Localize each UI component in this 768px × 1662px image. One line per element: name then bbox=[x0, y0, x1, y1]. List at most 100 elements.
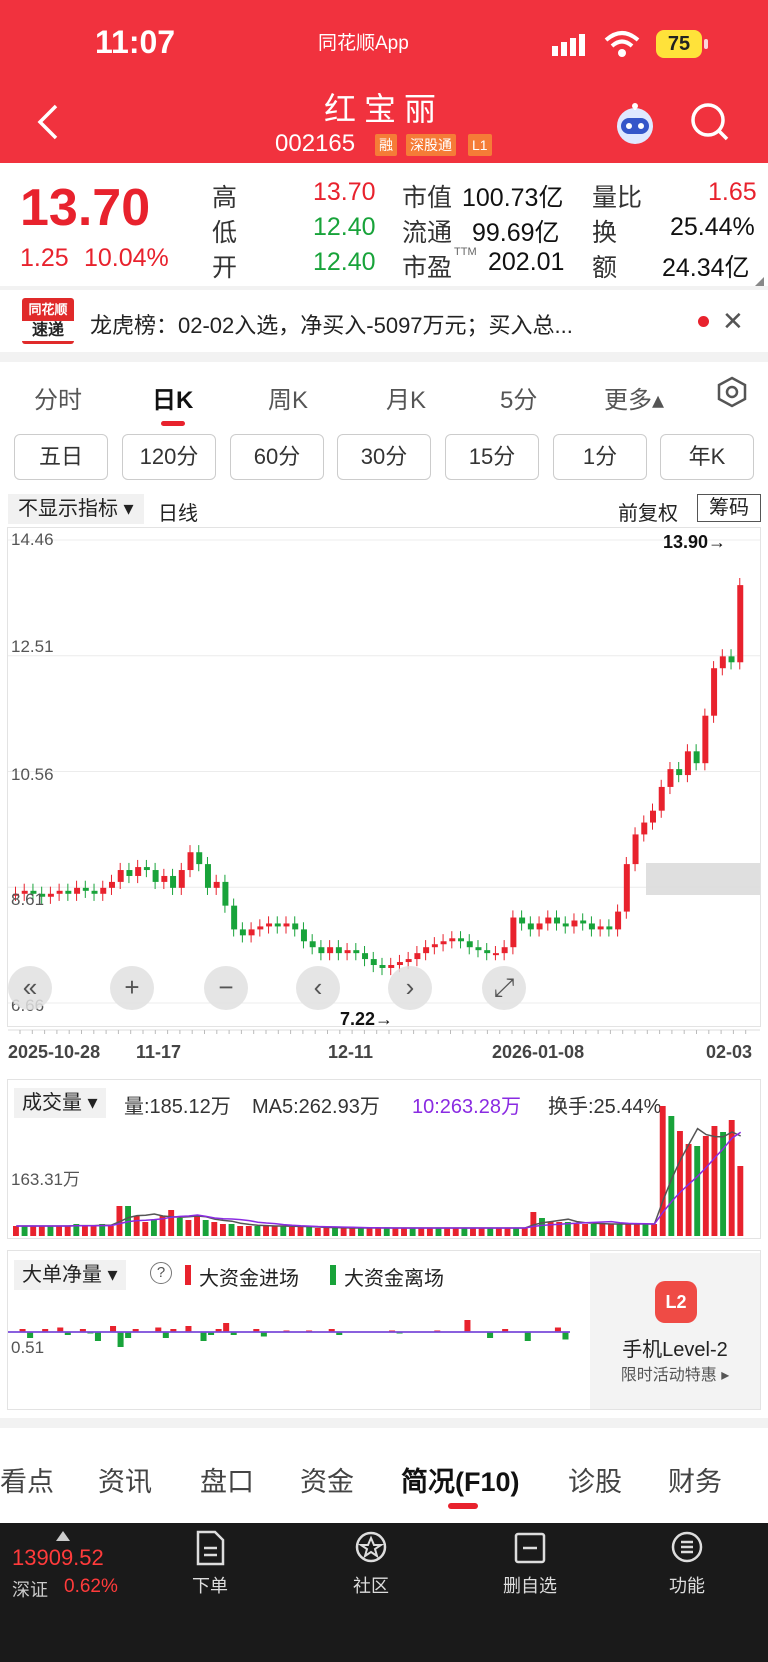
volume-bar bbox=[219, 1224, 226, 1236]
candle-body bbox=[606, 926, 613, 930]
volume-bar bbox=[383, 1228, 390, 1236]
community-label: 社区 bbox=[353, 1576, 389, 1596]
tab-funds[interactable]: 资金 bbox=[300, 1460, 354, 1499]
candle-body bbox=[370, 959, 377, 966]
volume-bar bbox=[452, 1228, 459, 1236]
functions-label: 功能 bbox=[669, 1576, 705, 1596]
volume-bar bbox=[211, 1222, 218, 1236]
x-label: 11-17 bbox=[136, 1042, 182, 1062]
candle-body bbox=[257, 926, 264, 930]
candle-body bbox=[91, 890, 98, 894]
candle-body bbox=[379, 965, 386, 968]
candle-body bbox=[676, 769, 683, 776]
tab-diagnosis[interactable]: 诊股 bbox=[568, 1460, 622, 1499]
volume-bar bbox=[176, 1218, 183, 1236]
candle-body bbox=[82, 887, 89, 891]
candle-body bbox=[100, 887, 107, 894]
candle-body bbox=[658, 786, 665, 811]
volume-bar bbox=[590, 1224, 597, 1236]
candle-body bbox=[56, 890, 63, 894]
candle-body bbox=[170, 875, 177, 888]
volume-bar bbox=[56, 1226, 63, 1236]
arrow-up-icon bbox=[56, 1528, 70, 1546]
fullscreen-button[interactable]: ⤢ bbox=[482, 966, 526, 1010]
flow-bar bbox=[94, 1332, 101, 1341]
candle-body bbox=[641, 822, 648, 835]
volume-bar bbox=[737, 1166, 744, 1236]
volume-bar bbox=[64, 1226, 71, 1236]
candle-body bbox=[440, 941, 447, 945]
candle-body bbox=[47, 893, 54, 897]
index-name: 深证 bbox=[12, 1580, 48, 1600]
zoom-out-button[interactable]: − bbox=[204, 966, 248, 1010]
candle-body bbox=[248, 929, 255, 936]
volume-bar bbox=[539, 1218, 545, 1236]
candle-body bbox=[501, 947, 508, 954]
menu-icon bbox=[671, 1531, 703, 1563]
volume-bar bbox=[633, 1224, 640, 1236]
volume-bar bbox=[90, 1226, 97, 1236]
volume-bar bbox=[435, 1228, 442, 1236]
scroll-left-fast-button[interactable]: « bbox=[8, 966, 52, 1010]
tab-highlights[interactable]: 看点 bbox=[0, 1460, 54, 1499]
flow-bar bbox=[487, 1332, 494, 1338]
remove-icon bbox=[514, 1532, 546, 1564]
candle-body bbox=[719, 656, 726, 669]
volume-bar bbox=[150, 1220, 157, 1236]
volume-bar bbox=[254, 1226, 261, 1236]
candle-body bbox=[693, 751, 700, 764]
volume-bar bbox=[504, 1228, 511, 1236]
volume-bar bbox=[392, 1228, 399, 1236]
volume-bar bbox=[702, 1136, 709, 1236]
candle-body bbox=[187, 852, 194, 871]
tab-f10[interactable]: 简况(F10) bbox=[401, 1460, 520, 1499]
y-tick: 12.51 bbox=[11, 637, 54, 656]
candle-body bbox=[623, 864, 630, 912]
functions-button[interactable]: 功能 bbox=[642, 1530, 732, 1598]
index-value[interactable]: 13909.52 bbox=[12, 1545, 104, 1571]
tab-finance[interactable]: 财务 bbox=[668, 1460, 722, 1499]
volume-bar bbox=[625, 1224, 632, 1236]
candle-body bbox=[178, 870, 185, 888]
scroll-left-button[interactable]: ‹ bbox=[296, 966, 340, 1010]
volume-bar bbox=[426, 1228, 433, 1236]
volume-bar bbox=[323, 1228, 330, 1236]
candle-body bbox=[405, 959, 412, 963]
candle-body bbox=[222, 881, 229, 906]
candle-body bbox=[650, 810, 656, 823]
candle-body bbox=[362, 953, 369, 960]
candle-body bbox=[143, 867, 150, 871]
tab-news[interactable]: 资讯 bbox=[98, 1460, 152, 1499]
volume-bar bbox=[21, 1226, 28, 1236]
level2-promo[interactable] bbox=[590, 1253, 760, 1409]
flow-bar bbox=[223, 1323, 230, 1332]
volume-bar bbox=[461, 1228, 468, 1236]
candle-body bbox=[135, 867, 142, 876]
flow-chart-canvas bbox=[8, 1320, 570, 1347]
zoom-in-button[interactable]: + bbox=[110, 966, 154, 1010]
volume-bar bbox=[280, 1226, 287, 1236]
tab-orderbook[interactable]: 盘口 bbox=[200, 1460, 254, 1499]
promo-title[interactable]: 手机Level-2 bbox=[590, 1333, 760, 1362]
volume-bar bbox=[651, 1224, 658, 1236]
candle-body bbox=[580, 920, 587, 924]
order-button[interactable]: 下单 bbox=[165, 1530, 255, 1598]
candle-body bbox=[632, 834, 639, 865]
volume-bar bbox=[194, 1216, 200, 1236]
candle-body bbox=[353, 950, 360, 954]
volume-bar bbox=[13, 1226, 19, 1236]
candle-body bbox=[65, 890, 72, 894]
volume-bar bbox=[642, 1224, 649, 1236]
promo-subtitle[interactable]: 限时活动特惠 ▸ bbox=[590, 1361, 760, 1385]
volume-bar bbox=[582, 1224, 589, 1236]
candle-body bbox=[458, 938, 465, 942]
candle-body bbox=[492, 953, 499, 956]
candle-body bbox=[152, 870, 159, 882]
candle-body bbox=[74, 887, 81, 894]
volume-ma5-line bbox=[16, 1127, 742, 1229]
scroll-right-button[interactable]: › bbox=[388, 966, 432, 1010]
community-button[interactable]: 社区 bbox=[326, 1530, 416, 1598]
volume-bar bbox=[271, 1226, 278, 1236]
remove-watchlist-button[interactable]: 删自选 bbox=[485, 1530, 575, 1598]
candle-body bbox=[554, 917, 561, 924]
